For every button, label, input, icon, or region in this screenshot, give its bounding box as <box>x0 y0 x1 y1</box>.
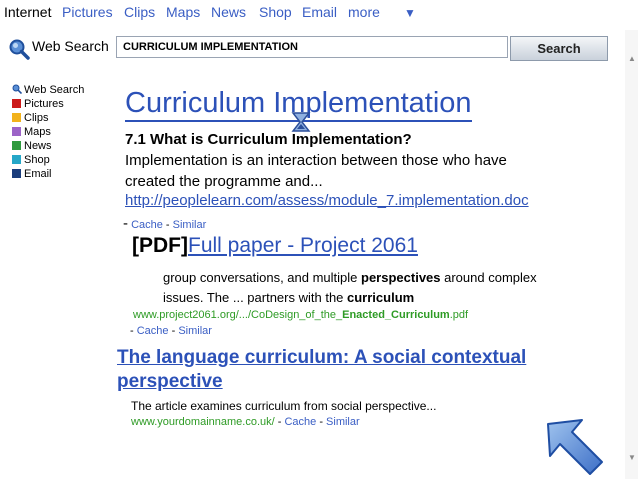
nav-news[interactable]: News <box>211 4 246 20</box>
nav-pictures[interactable]: Pictures <box>62 4 113 20</box>
result-url[interactable]: www.project2061.org/.../CoDesign_of_the_… <box>133 309 468 321</box>
dash: - <box>130 325 134 337</box>
email-swatch-icon <box>12 169 21 178</box>
similar-link[interactable]: Similar <box>173 219 207 231</box>
search-label: Web Search <box>32 38 109 54</box>
search-icon <box>9 39 30 60</box>
nav-more[interactable]: more <box>348 4 380 20</box>
nav-maps[interactable]: Maps <box>166 4 200 20</box>
nav-clips[interactable]: Clips <box>124 4 155 20</box>
separator: - <box>165 219 170 231</box>
similar-link[interactable]: Similar <box>178 325 212 337</box>
pdf-tag: [PDF] <box>132 234 188 257</box>
more-dropdown-icon[interactable]: ▼ <box>404 6 416 20</box>
result-title: [PDF]Full paper - Project 2061 <box>132 234 418 258</box>
url-part: .pdf <box>449 309 469 321</box>
result-title-link[interactable]: The language curriculum: A social contex… <box>117 346 537 394</box>
dash: - <box>123 215 128 232</box>
snippet-text: issues. The ... partners with the <box>163 290 348 305</box>
category-clips[interactable]: Clips <box>12 112 48 124</box>
separator: - <box>316 416 327 428</box>
snippet-heading: 7.1 What is Curriculum Implementation? <box>125 131 412 148</box>
category-label: Maps <box>24 126 51 138</box>
nav-shop[interactable]: Shop <box>259 4 292 20</box>
search-icon <box>12 84 23 95</box>
category-label: Shop <box>24 154 50 166</box>
category-web-search[interactable]: Web Search <box>12 84 84 96</box>
category-label: Clips <box>24 112 49 124</box>
nav-email[interactable]: Email <box>302 4 337 20</box>
category-news[interactable]: News <box>12 140 52 152</box>
category-label: News <box>24 140 52 152</box>
similar-link[interactable]: Similar <box>326 416 360 428</box>
category-label: Pictures <box>24 98 64 110</box>
category-pictures[interactable]: Pictures <box>12 98 64 110</box>
snippet-line: created the programme and... <box>125 173 323 190</box>
cache-link[interactable]: Cache <box>131 219 163 231</box>
url-highlight: Enacted_Curriculum <box>342 309 450 321</box>
result-title-link[interactable]: Full paper - Project 2061 <box>188 234 418 257</box>
separator: - <box>274 416 285 428</box>
result-url[interactable]: www.yourdomainname.co.uk/ <box>131 416 275 428</box>
pointer-arrow-icon <box>547 419 603 475</box>
top-nav: Internet Pictures Clips Maps News Shop E… <box>0 0 638 28</box>
news-swatch-icon <box>12 141 21 150</box>
separator: - <box>171 325 176 337</box>
result-snippet: The article examines curriculum from soc… <box>131 399 437 413</box>
category-email[interactable]: Email <box>12 168 52 180</box>
search-input[interactable]: CURRICULUM IMPLEMENTATION <box>116 36 508 58</box>
snippet-highlight: perspectives <box>361 270 441 285</box>
category-shop[interactable]: Shop <box>12 154 50 166</box>
vertical-scrollbar[interactable] <box>625 30 638 479</box>
result-snippet: group conversations, and multiple perspe… <box>163 268 583 308</box>
snippet-text: around complex <box>440 270 537 285</box>
maps-swatch-icon <box>12 127 21 136</box>
scroll-down-icon[interactable]: ▼ <box>628 453 636 462</box>
result-url-line: www.yourdomainname.co.uk/ - Cache - Simi… <box>131 416 360 428</box>
cache-link[interactable]: Cache <box>137 325 169 337</box>
cache-link[interactable]: Cache <box>284 416 316 428</box>
category-maps[interactable]: Maps <box>12 126 51 138</box>
url-part: www.project2061.org/.../CoDesign_of_the_ <box>133 309 343 321</box>
pictures-swatch-icon <box>12 99 21 108</box>
clips-swatch-icon <box>12 113 21 122</box>
snippet-text: group conversations, and multiple <box>163 270 362 285</box>
result-url-link[interactable]: http://peoplelearn.com/assess/module_7.i… <box>125 192 529 209</box>
result-actions: - Cache - Similar <box>130 325 212 337</box>
nav-internet[interactable]: Internet <box>4 4 51 20</box>
category-label: Web Search <box>24 84 85 96</box>
result-snippet: 7.1 What is Curriculum Implementation? I… <box>125 129 595 192</box>
category-label: Email <box>24 168 52 180</box>
search-button[interactable]: Search <box>510 36 608 61</box>
snippet-highlight: curriculum <box>347 290 415 305</box>
shop-swatch-icon <box>12 155 21 164</box>
scroll-up-icon[interactable]: ▲ <box>628 54 636 63</box>
result-actions: - Cache - Similar <box>123 215 206 232</box>
snippet-line: Implementation is an interaction between… <box>125 152 507 169</box>
